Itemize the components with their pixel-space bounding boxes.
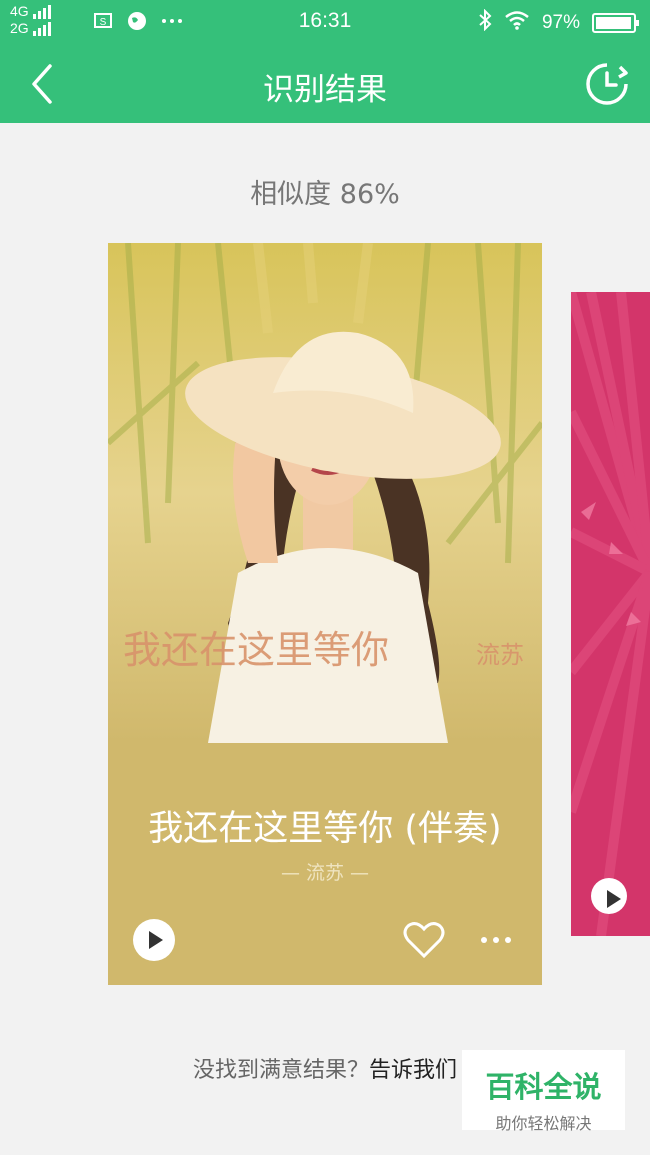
- next-album-cover: [571, 292, 650, 936]
- feedback-link[interactable]: 告诉我们: [369, 1058, 457, 1083]
- next-result-card[interactable]: [571, 292, 650, 936]
- album-cover: 我还在这里等你 流苏: [108, 243, 542, 743]
- history-button[interactable]: [586, 63, 628, 105]
- similarity-score: 相似度 86%: [250, 179, 400, 210]
- status-bar: 4G 2G S 16:31 97%: [0, 0, 650, 44]
- watermark-title: 百科全说: [485, 1070, 602, 1104]
- play-button[interactable]: [133, 919, 175, 961]
- cover-title-text: 我还在这里等你: [123, 628, 389, 672]
- wifi-icon: [504, 10, 530, 36]
- battery-percent: 97%: [541, 12, 580, 33]
- cover-artist-text: 流苏: [476, 641, 524, 669]
- watermark-subtitle: 助你轻松解决: [495, 1114, 592, 1133]
- next-play-button[interactable]: [591, 878, 627, 914]
- battery-icon: [592, 13, 639, 33]
- song-artist: — 流苏 —: [280, 862, 370, 884]
- watermark: 百科全说 助你轻松解决: [462, 1050, 625, 1133]
- favorite-button[interactable]: [402, 920, 446, 960]
- more-dots-icon: [481, 937, 511, 943]
- heart-icon: [403, 922, 445, 959]
- bluetooth-icon: [478, 8, 492, 37]
- feedback-text: 没找到满意结果？: [192, 1058, 369, 1083]
- page-title: 识别结果: [263, 72, 387, 108]
- status-right: 97%: [478, 8, 639, 37]
- history-clock-icon: [586, 63, 628, 105]
- more-options-button[interactable]: [474, 925, 518, 955]
- navigation-bar: 识别结果: [0, 44, 650, 123]
- song-title: 我还在这里等你 (伴奏): [148, 809, 502, 849]
